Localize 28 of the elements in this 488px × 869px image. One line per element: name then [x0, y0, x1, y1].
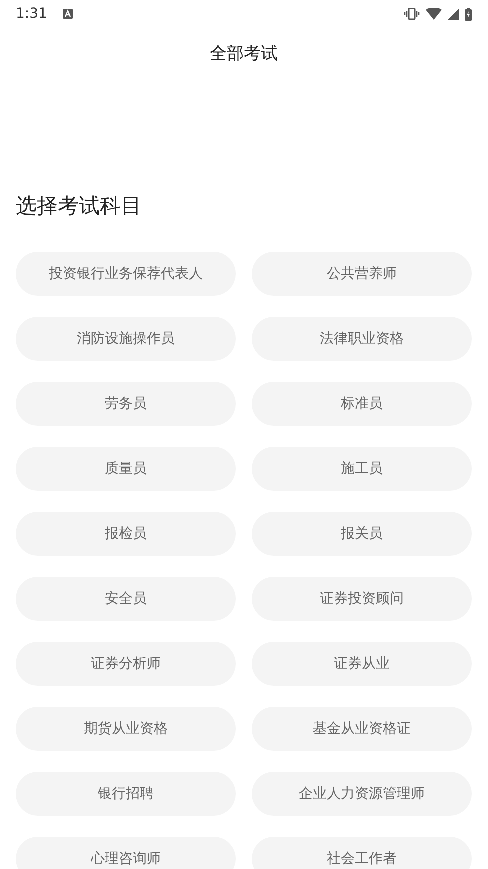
exam-button[interactable]: 心理咨询师	[16, 837, 236, 869]
exam-button[interactable]: 报检员	[16, 512, 236, 556]
exam-button[interactable]: 证券从业	[252, 642, 472, 686]
exam-button[interactable]: 法律职业资格	[252, 317, 472, 361]
exam-button[interactable]: 公共营养师	[252, 252, 472, 296]
exam-button[interactable]: 银行招聘	[16, 772, 236, 816]
section-heading: 选择考试科目	[15, 193, 143, 220]
exam-button[interactable]: 期货从业资格	[16, 707, 236, 751]
page-title: 全部考试	[210, 43, 278, 66]
exam-button[interactable]: 劳务员	[16, 382, 236, 426]
vibrate-icon	[404, 8, 420, 20]
exam-button[interactable]: 基金从业资格证	[252, 707, 472, 751]
exam-button[interactable]: 投资银行业务保荐代表人	[16, 252, 236, 296]
exam-button[interactable]: 标准员	[252, 382, 472, 426]
exam-button[interactable]: 消防设施操作员	[16, 317, 236, 361]
exam-button[interactable]: 质量员	[16, 447, 236, 491]
keyboard-icon	[63, 9, 74, 19]
status-time: 1:31	[16, 6, 48, 22]
wifi-icon	[426, 8, 442, 20]
exam-button[interactable]: 企业人力资源管理师	[252, 772, 472, 816]
exam-button[interactable]: 报关员	[252, 512, 472, 556]
exam-button[interactable]: 社会工作者	[252, 837, 472, 869]
exam-button[interactable]: 证券分析师	[16, 642, 236, 686]
battery-icon	[465, 8, 472, 20]
exam-button[interactable]: 证券投资顾问	[252, 577, 472, 621]
signal-icon	[448, 8, 459, 20]
exam-button[interactable]: 安全员	[16, 577, 236, 621]
exam-button[interactable]: 施工员	[252, 447, 472, 491]
